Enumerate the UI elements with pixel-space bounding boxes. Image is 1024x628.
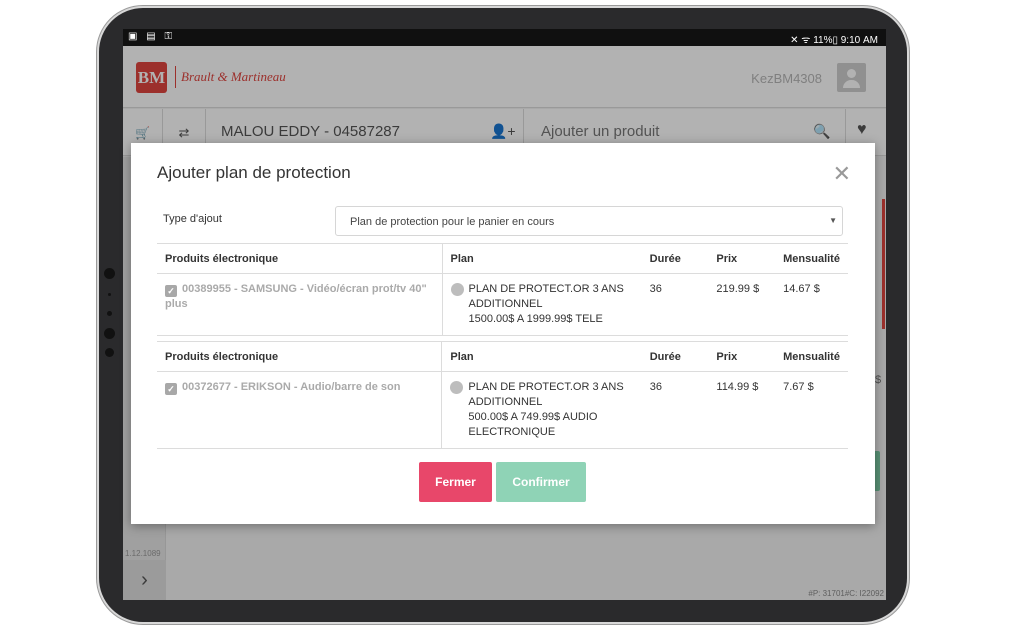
header-duration: Durée: [641, 341, 709, 372]
checkbox-checked-icon[interactable]: ✓: [165, 383, 177, 395]
plan-line: 500.00$ A 749.99$ AUDIO: [468, 411, 598, 423]
type-select[interactable]: Plan de protection pour le panier en cou…: [335, 206, 843, 236]
plan-table-2: Produits électronique Plan Durée Prix Me…: [157, 341, 848, 449]
sensor-dot: [105, 348, 114, 357]
plan-line: ADDITIONNEL: [468, 396, 543, 408]
type-select-value: Plan de protection pour le panier en cou…: [350, 216, 555, 228]
status-icons-right: ✕ ᯤ 11%▯ 9:10 AM: [790, 35, 878, 46]
checkbox-checked-icon[interactable]: ✓: [165, 285, 177, 297]
duration-cell: 36: [641, 273, 709, 336]
sensor-dot: [104, 328, 115, 339]
close-button[interactable]: Fermer: [419, 462, 492, 502]
plan-table-1: Produits électronique Plan Durée Prix Me…: [157, 243, 848, 336]
header-duration: Durée: [641, 243, 709, 274]
table-header-row: Produits électronique Plan Durée Prix Me…: [157, 243, 848, 274]
plan-line: PLAN DE PROTECT.OR 3 ANS: [468, 381, 624, 393]
table-header-row: Produits électronique Plan Durée Prix Me…: [157, 341, 848, 372]
monthly-cell: 14.67 $: [775, 273, 848, 336]
camera-dot: [104, 268, 115, 279]
type-label: Type d'ajout: [163, 213, 222, 225]
product-cell: ✓ 00372677 - ERIKSON - Audio/barre de son: [157, 371, 443, 449]
status-icons-left: ▣ ▤ ⚿: [128, 31, 176, 42]
status-bar: ▣ ▤ ⚿ ✕ ᯤ 11%▯ 9:10 AM: [123, 29, 886, 46]
modal-title: Ajouter plan de protection: [157, 163, 351, 182]
plan-line: ADDITIONNEL: [468, 298, 543, 310]
sensor-dot: [107, 311, 112, 316]
header-price: Prix: [708, 341, 776, 372]
plan-line: 1500.00$ A 1999.99$ TELE: [468, 313, 603, 325]
product-cell: ✓ 00389955 - SAMSUNG - Vidéo/écran prot/t…: [157, 273, 443, 336]
price-cell: 219.99 $: [708, 273, 776, 336]
header-product: Produits électronique: [157, 243, 443, 274]
header-plan: Plan: [441, 341, 642, 372]
chevron-down-icon: ▼: [829, 216, 837, 225]
header-monthly: Mensualité: [775, 341, 848, 372]
header-product: Produits électronique: [157, 341, 443, 372]
plan-line: ELECTRONIQUE: [468, 426, 556, 438]
product-label: 00389955 - SAMSUNG - Vidéo/écran prot/tv…: [165, 283, 427, 310]
sensor-dot: [108, 293, 111, 296]
plan-line: PLAN DE PROTECT.OR 3 ANS: [468, 283, 624, 295]
plan-cell: PLAN DE PROTECT.OR 3 ANS ADDITIONNEL 150…: [442, 273, 642, 336]
protection-plan-modal: Ajouter plan de protection ✕ Type d'ajou…: [131, 143, 875, 524]
monthly-cell: 7.67 $: [775, 371, 848, 449]
confirm-button[interactable]: Confirmer: [496, 462, 586, 502]
header-monthly: Mensualité: [775, 243, 848, 274]
radio-button[interactable]: [450, 283, 464, 296]
price-cell: 114.99 $: [708, 371, 776, 449]
product-label: 00372677 - ERIKSON - Audio/barre de son: [182, 381, 401, 393]
close-icon[interactable]: ✕: [833, 161, 851, 187]
duration-cell: 36: [641, 371, 709, 449]
radio-button[interactable]: [450, 381, 464, 394]
table-row: ✓ 00389955 - SAMSUNG - Vidéo/écran prot/t…: [157, 273, 848, 336]
header-plan: Plan: [442, 243, 642, 274]
table-row: ✓ 00372677 - ERIKSON - Audio/barre de son…: [157, 371, 848, 449]
plan-cell: PLAN DE PROTECT.OR 3 ANS ADDITIONNEL 500…: [441, 371, 642, 449]
header-price: Prix: [708, 243, 776, 274]
